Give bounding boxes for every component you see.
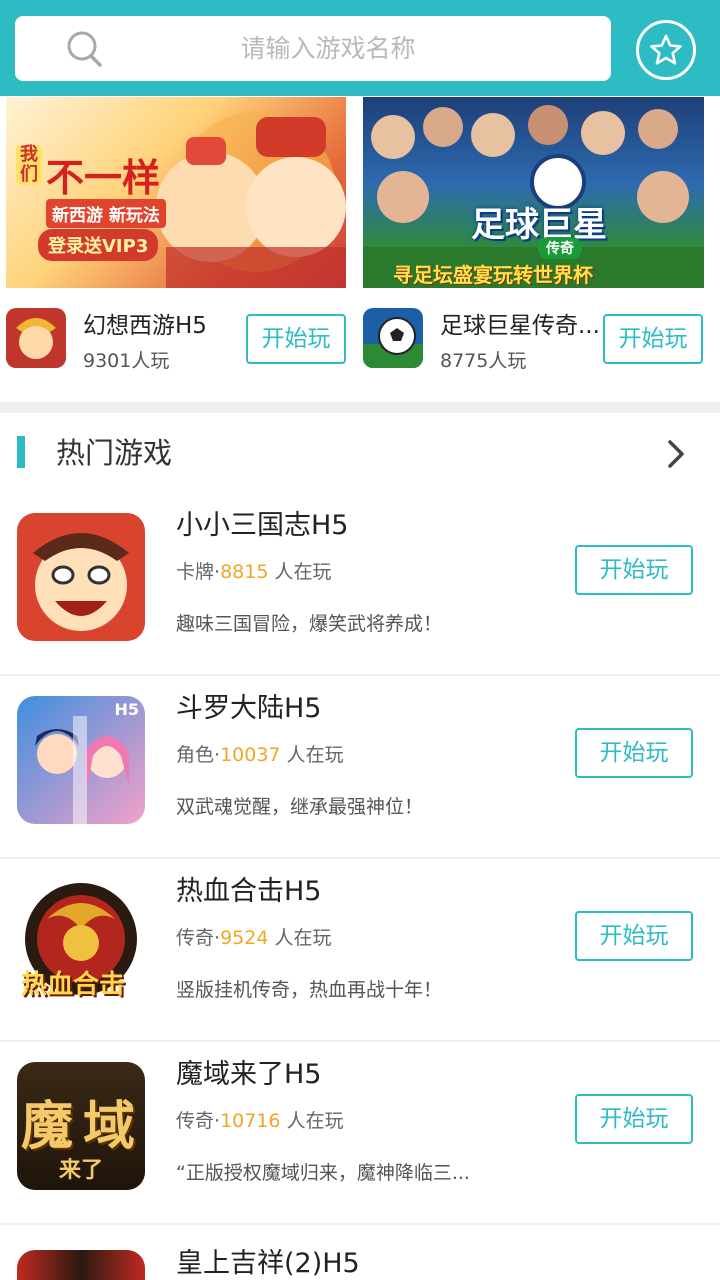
list-item[interactable]: 魔 域 来了 魔域来了H5 传奇·10716 人在玩 “正版授权魔域归来，魔神降… — [0, 1042, 720, 1225]
section-divider — [0, 402, 720, 413]
game-icon-art — [17, 513, 145, 641]
game-icon[interactable] — [17, 513, 145, 641]
game-meta: 传奇·9524 人在玩 — [176, 927, 332, 949]
list-item[interactable]: H5 斗罗大陆H5 角色·10037 人在玩 双武魂觉醒，继承最强神位！ 开始玩 — [0, 676, 720, 859]
game-icon[interactable] — [17, 1250, 145, 1280]
search-placeholder: 请输入游戏名称 — [240, 34, 416, 63]
top-bar: 请输入游戏名称 — [0, 0, 720, 96]
start-play-button[interactable]: 开始玩 — [575, 728, 693, 778]
banner-caption-4: 登录送VIP3 — [38, 229, 159, 261]
game-category: 角色 — [176, 744, 215, 766]
banner-caption-1: 足球巨星 — [471, 205, 607, 245]
section-title: 热门游戏 — [56, 436, 173, 470]
game-icon[interactable]: 魔 域 来了 — [17, 1062, 145, 1190]
banner-fantasy-westward[interactable]: 我们 不一样 新西游 新玩法 登录送VIP3 — [6, 97, 346, 288]
player-count: 8815 — [220, 561, 269, 583]
player-count: 10037 — [220, 744, 281, 766]
game-icon-caption: 魔 — [21, 1096, 74, 1157]
game-icon-badge: H5 — [114, 700, 139, 719]
game-category: 传奇 — [176, 927, 215, 949]
banner-caption-3: 寻足坛盛宴玩转世界杯 — [393, 263, 593, 287]
player-count: 9524 — [220, 927, 269, 949]
player-count-suffix: 人在玩 — [286, 1110, 344, 1132]
game-category: 传奇 — [176, 1110, 215, 1132]
game-description: “正版授权魔域归来，魔神降临三... — [176, 1162, 470, 1184]
start-play-button[interactable]: 开始玩 — [575, 1094, 693, 1144]
game-icon-caption: 热血合击 — [21, 970, 126, 1000]
game-meta: 传奇·10716 人在玩 — [176, 1110, 344, 1132]
game-description: 双武魂觉醒，继承最强神位！ — [176, 796, 424, 818]
banner-caption-1: 我们 — [16, 145, 42, 185]
game-description: 竖版挂机传奇，热血再战十年！ — [176, 979, 443, 1001]
game-title[interactable]: 斗罗大陆H5 — [176, 686, 321, 725]
game-title[interactable]: 魔域来了H5 — [176, 1052, 321, 1091]
chevron-right-icon[interactable] — [664, 438, 688, 470]
game-title[interactable]: 小小三国志H5 — [176, 503, 348, 542]
banner-caption-3: 新西游 新玩法 — [46, 199, 166, 228]
game-icon[interactable] — [6, 308, 66, 368]
player-count-suffix: 人在玩 — [274, 561, 332, 583]
game-icon[interactable]: 热血合击 — [17, 879, 145, 1007]
featured-game-name[interactable]: 幻想西游H5 — [83, 306, 233, 340]
game-description: 趣味三国冒险，爆笑武将养成！ — [176, 613, 443, 635]
game-category: 卡牌 — [176, 561, 215, 583]
player-count: 10716 — [220, 1110, 281, 1132]
start-play-button[interactable]: 开始玩 — [603, 314, 703, 364]
list-item[interactable]: 小小三国志H5 卡牌·8815 人在玩 趣味三国冒险，爆笑武将养成！ 开始玩 — [0, 493, 720, 676]
start-play-button[interactable]: 开始玩 — [575, 545, 693, 595]
start-play-button[interactable]: 开始玩 — [246, 314, 346, 364]
game-meta: 角色·10037 人在玩 — [176, 744, 344, 766]
player-count-suffix: 人在玩 — [274, 927, 332, 949]
section-accent-bar — [17, 436, 25, 468]
game-icon-caption: 来了 — [59, 1157, 104, 1183]
banner-caption-2: 传奇 — [538, 237, 582, 259]
start-play-button[interactable]: 开始玩 — [575, 911, 693, 961]
favorites-button[interactable] — [636, 20, 696, 80]
banner-caption-2: 不一样 — [46, 156, 161, 200]
game-meta: 卡牌·8815 人在玩 — [176, 561, 332, 583]
game-icon-art — [363, 308, 423, 368]
list-item[interactable]: 热血合击 热血合击H5 传奇·9524 人在玩 竖版挂机传奇，热血再战十年！ 开… — [0, 859, 720, 1042]
featured-player-count: 8775人玩 — [440, 350, 527, 372]
game-icon[interactable] — [363, 308, 423, 368]
star-icon — [650, 34, 682, 65]
game-icon[interactable]: H5 — [17, 696, 145, 824]
featured-player-count: 9301人玩 — [83, 350, 170, 372]
game-title[interactable]: 皇上吉祥(2)H5 — [176, 1241, 360, 1280]
game-icon-caption: 域 — [83, 1096, 136, 1157]
banner-football-legend[interactable]: 足球巨星 传奇 寻足坛盛宴玩转世界杯 — [363, 97, 704, 288]
search-input[interactable]: 请输入游戏名称 — [15, 16, 611, 81]
game-title[interactable]: 热血合击H5 — [176, 869, 321, 908]
game-icon-art — [6, 308, 66, 368]
featured-game-name[interactable]: 足球巨星传奇... — [440, 306, 602, 340]
list-item[interactable]: 皇上吉祥(2)H5 — [0, 1225, 720, 1280]
player-count-suffix: 人在玩 — [286, 744, 344, 766]
